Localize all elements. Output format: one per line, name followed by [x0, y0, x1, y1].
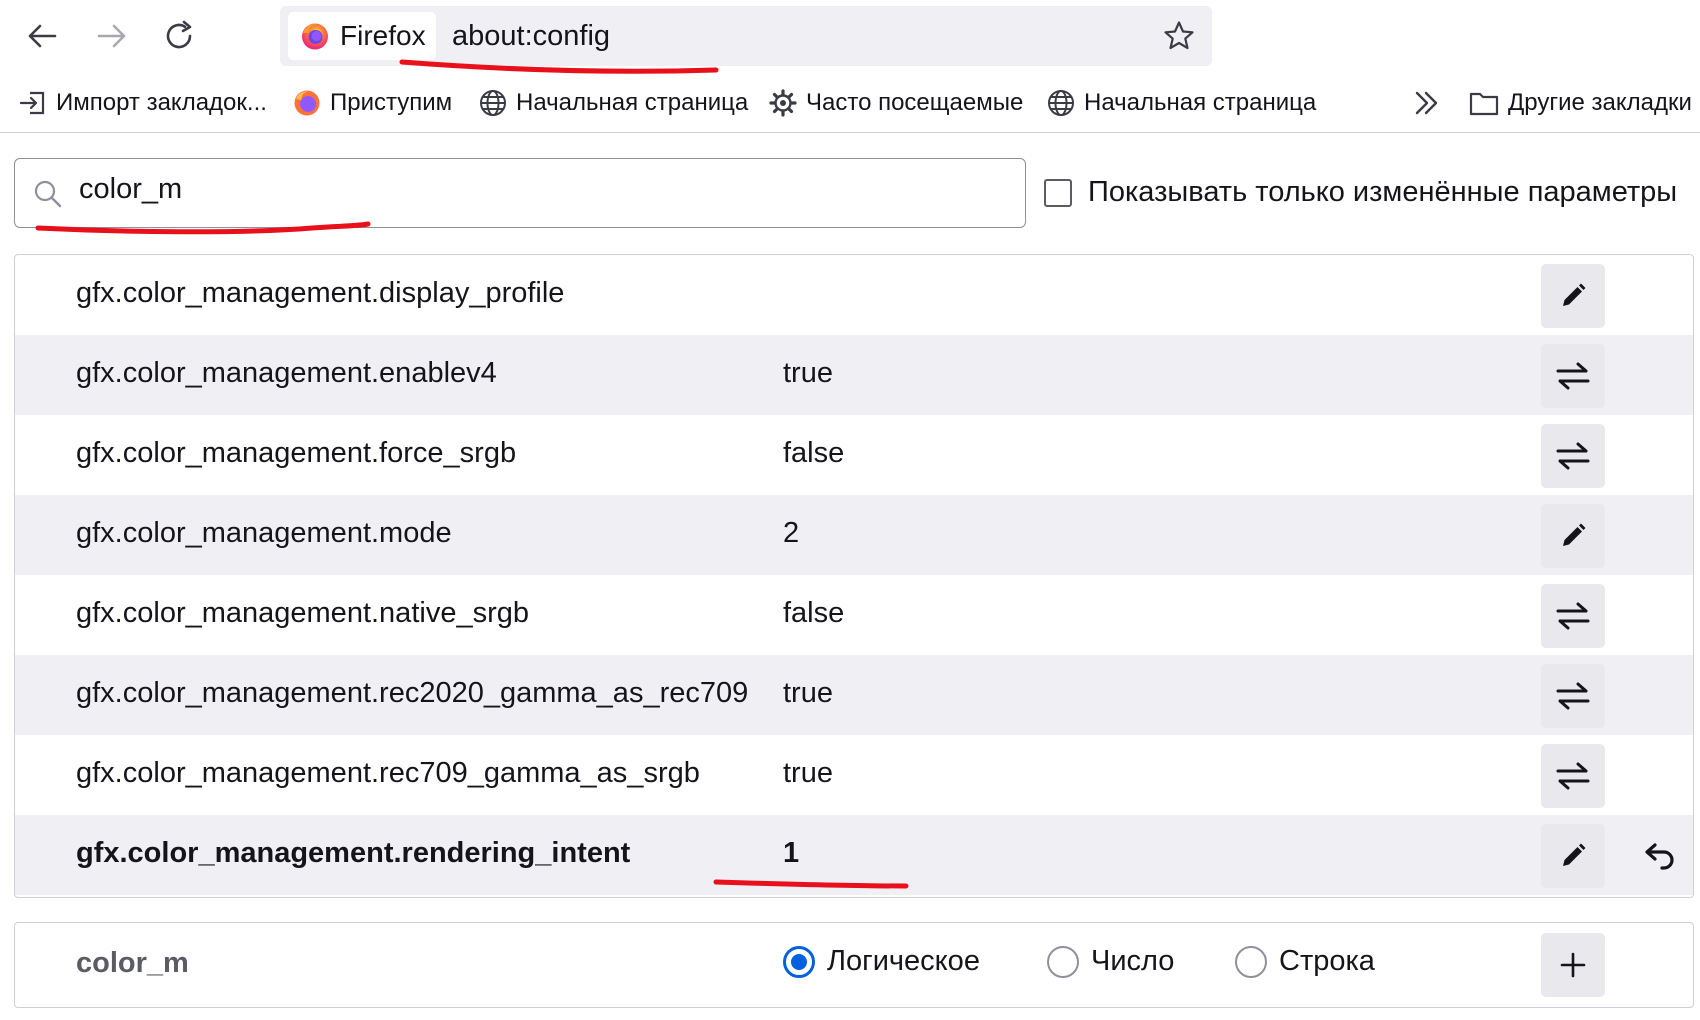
other-bookmarks-label: Другие закладки — [1508, 89, 1692, 116]
pref-name: gfx.color_management.enablev4 — [76, 357, 497, 389]
toggle-arrows-icon — [1556, 762, 1590, 790]
pref-name: gfx.color_management.display_profile — [76, 277, 565, 309]
navigation-toolbar: Firefox about:config — [0, 0, 1700, 70]
bookmark-item-home-2[interactable]: Начальная страница — [1046, 88, 1316, 118]
globe-icon — [480, 90, 506, 116]
pref-name: gfx.color_management.rendering_intent — [76, 837, 631, 869]
toggle-button[interactable] — [1541, 664, 1605, 728]
pref-name: gfx.color_management.native_srgb — [76, 597, 529, 629]
toolbar-divider — [0, 132, 1700, 133]
toggle-button[interactable] — [1541, 744, 1605, 808]
type-radio-boolean[interactable]: Логическое — [783, 945, 980, 978]
type-radio-number[interactable]: Число — [1047, 945, 1174, 978]
bookmark-item-getting-started[interactable]: Приступим — [292, 88, 452, 118]
undo-icon — [1645, 843, 1674, 870]
forward-arrow-icon — [97, 24, 126, 48]
pref-row: gfx.color_management.display_profile — [15, 255, 1693, 335]
pref-value: false — [783, 437, 845, 469]
radio-unchecked-icon[interactable] — [1235, 945, 1267, 978]
back-button[interactable] — [18, 12, 66, 60]
pref-row: gfx.color_management.rec709_gamma_as_srg… — [15, 735, 1693, 815]
show-modified-only-toggle[interactable]: Показывать только изменённые параметры — [1044, 176, 1677, 209]
pref-value: false — [783, 597, 845, 629]
edit-button[interactable] — [1541, 504, 1605, 568]
bookmarks-overflow-button[interactable] — [1412, 88, 1450, 118]
pref-row: gfx.color_management.rec2020_gamma_as_re… — [15, 655, 1693, 735]
search-icon — [34, 180, 62, 208]
toggle-arrows-icon — [1556, 682, 1590, 710]
forward-button[interactable] — [88, 12, 136, 60]
prefs-table: gfx.color_management.display_profile gfx… — [14, 254, 1694, 898]
pref-row: gfx.color_management.mode 2 — [15, 495, 1693, 575]
search-input[interactable]: color_m — [79, 173, 182, 206]
pref-row-modified: gfx.color_management.rendering_intent 1 — [15, 815, 1693, 895]
reload-icon — [166, 20, 192, 49]
pencil-icon — [1563, 843, 1586, 866]
radio-label: Строка — [1279, 945, 1375, 977]
folder-icon — [1469, 92, 1499, 116]
pref-value: 1 — [783, 837, 800, 869]
import-icon — [19, 91, 45, 115]
reset-button[interactable] — [1635, 832, 1683, 880]
edit-button[interactable] — [1541, 264, 1605, 328]
identity-label: Firefox — [340, 20, 426, 51]
show-modified-checkbox[interactable] — [1044, 178, 1072, 207]
pref-name: gfx.color_management.force_srgb — [76, 437, 517, 469]
identity-box[interactable]: Firefox — [288, 12, 436, 60]
firefox-logo-icon — [302, 23, 328, 50]
pref-row: gfx.color_management.enablev4 true — [15, 335, 1693, 415]
radio-unchecked-icon[interactable] — [1047, 945, 1079, 978]
toggle-arrows-icon — [1556, 602, 1590, 630]
globe-icon — [1048, 90, 1074, 116]
bookmarks-toolbar: Импорт закладок... Приступим Начальная с… — [0, 80, 1700, 132]
bookmark-label: Часто посещаемые — [806, 89, 1024, 116]
pref-value: true — [783, 757, 833, 789]
pref-name: gfx.color_management.mode — [76, 517, 452, 549]
pencil-icon — [1563, 523, 1586, 546]
pref-value: true — [783, 357, 833, 389]
toggle-arrows-icon — [1556, 362, 1590, 390]
add-pref-row: color_m Логическое Число Строка — [14, 922, 1694, 1008]
pencil-icon — [1563, 283, 1586, 306]
pref-name: gfx.color_management.rec2020_gamma_as_re… — [76, 677, 749, 709]
pref-name: gfx.color_management.rec709_gamma_as_srg… — [76, 757, 700, 789]
type-radio-string[interactable]: Строка — [1235, 945, 1375, 978]
new-pref-name: color_m — [76, 947, 189, 979]
pref-row: gfx.color_management.force_srgb false — [15, 415, 1693, 495]
toggle-arrows-icon — [1556, 442, 1590, 470]
pref-value: 2 — [783, 517, 800, 549]
bookmark-item-home-1[interactable]: Начальная страница — [478, 88, 748, 118]
url-text[interactable]: about:config — [452, 20, 610, 53]
radio-label: Число — [1091, 945, 1175, 977]
bookmark-label: Начальная страница — [516, 89, 749, 116]
toggle-button[interactable] — [1541, 424, 1605, 488]
firefox-icon — [294, 90, 320, 116]
bookmark-star-icon[interactable] — [1162, 19, 1196, 53]
back-arrow-icon — [28, 24, 57, 48]
chevron-double-right-icon — [1415, 91, 1438, 115]
bookmark-item-import[interactable]: Импорт закладок... — [18, 88, 267, 118]
edit-button[interactable] — [1541, 824, 1605, 888]
other-bookmarks-button[interactable]: Другие закладки — [1468, 88, 1692, 118]
search-field[interactable]: color_m — [14, 158, 1026, 228]
toggle-button[interactable] — [1541, 584, 1605, 648]
show-modified-label: Показывать только изменённые параметры — [1088, 176, 1678, 208]
toggle-button[interactable] — [1541, 344, 1605, 408]
url-bar[interactable]: Firefox about:config — [280, 6, 1212, 66]
pref-row: gfx.color_management.native_srgb false — [15, 575, 1693, 655]
plus-icon — [1560, 952, 1586, 978]
pref-value: true — [783, 677, 833, 709]
bookmark-item-most-visited[interactable]: Часто посещаемые — [768, 88, 1023, 118]
radio-label: Логическое — [827, 945, 980, 977]
bookmark-label: Начальная страница — [1084, 89, 1317, 116]
bookmark-label: Импорт закладок... — [56, 89, 267, 116]
radio-checked-icon[interactable] — [783, 945, 815, 978]
bookmark-label: Приступим — [330, 89, 453, 116]
gear-icon — [769, 89, 797, 117]
add-button[interactable] — [1541, 933, 1605, 997]
reload-button[interactable] — [156, 12, 204, 60]
